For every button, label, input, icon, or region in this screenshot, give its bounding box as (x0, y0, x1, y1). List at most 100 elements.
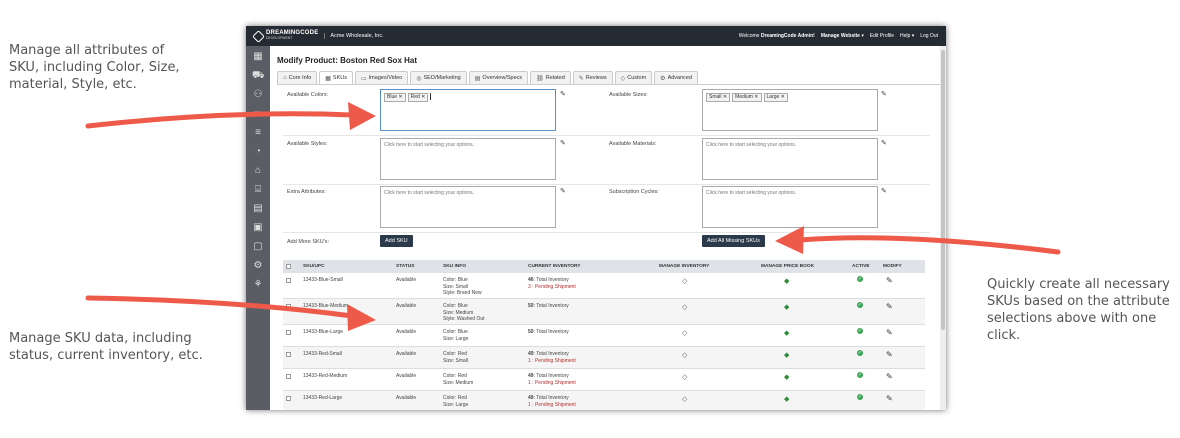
tag-icon[interactable]: ◇ (682, 329, 687, 337)
tab-core-info[interactable]: ⌂ Core Info (277, 71, 318, 84)
logout-link[interactable]: Log Out (920, 33, 938, 39)
divider (283, 184, 930, 185)
color-chip[interactable]: Red ✕ (407, 93, 429, 102)
available-sizes-label: Available Sizes: (609, 92, 648, 98)
total-label: : Total Inventory (533, 351, 569, 357)
pencil-icon[interactable]: ✎ (881, 90, 887, 98)
check-icon[interactable]: ✓ (857, 276, 863, 282)
pencil-icon[interactable]: ✎ (881, 139, 887, 147)
select-all-checkbox[interactable] (286, 264, 291, 269)
logo[interactable]: DREAMINGCODE DEVELOPMENT (252, 29, 318, 43)
tag-icon[interactable]: ◇ (682, 277, 687, 285)
table-row[interactable]: 13433-Red-Small Available Color: Red Size… (283, 347, 925, 369)
tab-advanced[interactable]: ⚙ Advanced (654, 71, 699, 84)
inventory-cell: 46: Total Inventory 3 : Pending Shipment (528, 277, 576, 290)
dashboard-icon[interactable]: ▦ (252, 51, 264, 63)
row-checkbox[interactable] (286, 278, 291, 283)
pencil-icon[interactable]: ✎ (886, 372, 893, 381)
plant-icon[interactable]: ⚘ (252, 279, 264, 291)
tab-images-video[interactable]: ▭ Images/Video (354, 71, 409, 84)
tab-seo-marketing[interactable]: ◎ SEO/Marketing (410, 71, 467, 84)
check-icon[interactable]: ✓ (857, 372, 863, 378)
calendar-icon[interactable]: ▣ (252, 222, 264, 234)
check-icon[interactable]: ✓ (857, 328, 863, 334)
table-row[interactable]: 13433-Blue-Small Available Color: Blue Si… (283, 273, 925, 299)
pencil-icon[interactable]: ✎ (886, 328, 893, 337)
tag-icon[interactable]: ◇ (682, 351, 687, 359)
help-menu[interactable]: Help ▾ (900, 33, 914, 39)
styles-input[interactable]: Click here to start selecting your optio… (380, 138, 556, 180)
tab-bar: ⌂ Core Info ▦ SKUs ▭ Images/Video ◎ SEO/Mark… (277, 71, 699, 84)
report-icon[interactable]: ▢ (252, 241, 264, 253)
add-sku-button[interactable]: Add SKU (380, 235, 413, 247)
check-icon[interactable]: ✓ (857, 350, 863, 356)
link-icon: ⛓ (536, 75, 544, 82)
rss-icon[interactable]: ◔ (252, 146, 264, 158)
pencil-icon[interactable]: ✎ (560, 187, 566, 195)
row-checkbox[interactable] (286, 374, 291, 379)
table-row[interactable]: 13433-Red-Large Available Color: Red Size… (283, 391, 925, 410)
tag-icon[interactable]: ◇ (682, 303, 687, 311)
price-tag-icon[interactable]: ◆ (784, 329, 789, 337)
tab-reviews[interactable]: ✎ Reviews (572, 71, 613, 84)
materials-input[interactable]: Click here to start selecting your optio… (702, 138, 878, 180)
tab-label: Core Info (288, 75, 312, 81)
size-chip[interactable]: Small ✕ (706, 93, 731, 102)
sizes-input[interactable]: Small ✕ Medium ✕ Large ✕ (702, 89, 878, 131)
tab-related[interactable]: ⛓ Related (530, 71, 571, 84)
row-checkbox[interactable] (286, 352, 291, 357)
price-tag-icon[interactable]: ◆ (784, 351, 789, 359)
manage-website-menu[interactable]: Manage Website ▾ (821, 33, 864, 39)
add-all-missing-skus-button[interactable]: Add All Missing SKUs (702, 235, 765, 247)
total-inventory: 49: Total Inventory (528, 395, 576, 402)
callout-line: click. (987, 328, 1021, 343)
extra-attributes-input[interactable]: Click here to start selecting your optio… (380, 186, 556, 228)
size-chip[interactable]: Large ✕ (763, 93, 788, 102)
total-inventory: 46: Total Inventory (528, 277, 576, 284)
price-tag-icon[interactable]: ◆ (784, 373, 789, 381)
subscription-cycles-input[interactable]: Click here to start selecting your optio… (702, 186, 878, 228)
welcome-text: Welcome DreamingCode Admin! (739, 33, 815, 39)
tag-icon[interactable]: ◇ (682, 373, 687, 381)
pencil-icon[interactable]: ✎ (560, 139, 566, 147)
home-icon[interactable]: ⌂ (252, 165, 264, 177)
check-icon[interactable]: ✓ (857, 302, 863, 308)
check-icon[interactable]: ✓ (857, 394, 863, 400)
monitor-icon[interactable]: ▭ (252, 108, 264, 120)
pencil-icon[interactable]: ✎ (886, 394, 893, 403)
table-row[interactable]: 13433-Blue-Large Available Color: Blue Si… (283, 325, 925, 347)
sku-info-cell: Color: Red Size: Large (443, 395, 468, 408)
price-tag-icon[interactable]: ◆ (784, 303, 789, 311)
color-chip[interactable]: Blue ✕ (384, 93, 406, 102)
tools-icon[interactable]: ⚙ (252, 260, 264, 272)
table-row[interactable]: 13433-Red-Medium Available Color: Red Siz… (283, 369, 925, 391)
list-icon[interactable]: ≡ (252, 127, 264, 139)
tab-custom[interactable]: ◇ Custom (614, 71, 653, 84)
tab-label: Related (545, 75, 565, 81)
chart-icon[interactable]: ▤ (252, 203, 264, 215)
row-checkbox[interactable] (286, 330, 291, 335)
edit-profile-link[interactable]: Edit Profile (870, 33, 894, 39)
scrollbar-thumb[interactable] (941, 50, 945, 330)
status-cell: Available (396, 351, 417, 357)
colors-input[interactable]: Blue ✕ Red ✕ (380, 89, 556, 131)
price-tag-icon[interactable]: ◆ (784, 395, 789, 403)
pencil-icon[interactable]: ✎ (881, 187, 887, 195)
users-icon[interactable]: ⚇ (252, 89, 264, 101)
size-chip[interactable]: Medium ✕ (732, 93, 762, 102)
pencil-icon[interactable]: ✎ (560, 90, 566, 98)
table-row[interactable]: 13433-Blue-Medium Available Color: Blue S… (283, 299, 925, 325)
callout-line: Manage all attributes of (9, 43, 165, 58)
scrollbar[interactable] (940, 46, 946, 410)
pencil-icon[interactable]: ✎ (886, 276, 893, 285)
row-checkbox[interactable] (286, 396, 291, 401)
cart-icon[interactable]: ⛟ (252, 70, 265, 82)
tab-skus[interactable]: ▦ SKUs (319, 71, 353, 84)
pencil-icon[interactable]: ✎ (886, 302, 893, 311)
tab-overview-specs[interactable]: ▤ Overview/Specs (468, 71, 529, 84)
row-checkbox[interactable] (286, 304, 291, 309)
tag-icon[interactable]: ◇ (682, 395, 687, 403)
price-tag-icon[interactable]: ◆ (784, 277, 789, 285)
pencil-icon[interactable]: ✎ (886, 350, 893, 359)
factory-icon[interactable]: ⌸ (252, 184, 264, 196)
